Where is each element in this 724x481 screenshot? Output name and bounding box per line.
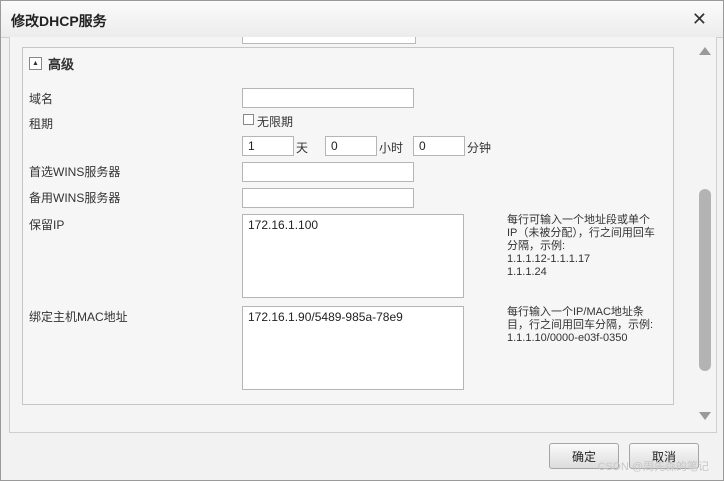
wins-primary-label: 首选WINS服务器 — [29, 165, 121, 179]
unlimited-checkbox[interactable] — [243, 114, 254, 125]
lease-minutes-unit: 分钟 — [467, 141, 492, 155]
domain-input[interactable] — [242, 88, 414, 108]
mac-binding-hint: 每行输入一个IP/MAC地址条目，行之间用回车分隔，示例: 1.1.1.10/0… — [507, 306, 659, 345]
lease-hours-input[interactable] — [325, 136, 377, 156]
mac-binding-textarea[interactable]: 172.16.1.90/5489-985a-78e9 — [242, 306, 464, 390]
reserved-ip-hint-text: 每行可输入一个地址段或单个IP（未被分配），行之间用回车分隔，示例: — [507, 214, 655, 252]
wins-backup-label: 备用WINS服务器 — [29, 191, 121, 205]
lease-hours-unit: 小时 — [379, 141, 404, 155]
domain-label: 域名 — [29, 92, 54, 106]
wins-backup-input[interactable] — [242, 188, 414, 208]
mac-binding-hint-text: 每行输入一个IP/MAC地址条目，行之间用回车分隔，示例: — [507, 306, 654, 331]
scroll-down-arrow-icon[interactable] — [699, 412, 711, 420]
dialog-content: ▲ 高级 域名 租期 无限期 天 小时 分钟 首选WINS服务器 备用WINS服… — [9, 37, 717, 433]
dialog-titlebar: 修改DHCP服务 ✕ — [1, 1, 723, 38]
dialog-footer: 确定 取消 CSDN @周先森的笔记 — [1, 433, 723, 480]
advanced-section-toggle[interactable]: ▲ 高级 — [29, 54, 74, 72]
advanced-section-title: 高级 — [48, 56, 75, 72]
wins-primary-input[interactable] — [242, 162, 414, 182]
lease-days-input[interactable] — [242, 136, 294, 156]
watermark-text: CSDN @周先森的笔记 — [597, 461, 709, 473]
vertical-scrollbar[interactable] — [694, 37, 716, 432]
lease-minutes-input[interactable] — [413, 136, 465, 156]
reserved-ip-hint: 每行可输入一个地址段或单个IP（未被分配），行之间用回车分隔，示例: 1.1.1… — [507, 214, 659, 279]
mac-binding-example: 1.1.1.10/0000-e03f-0350 — [507, 332, 628, 344]
lease-days-unit: 天 — [296, 141, 309, 155]
reserved-ip-example-1: 1.1.1.12-1.1.1.17 — [507, 253, 591, 265]
unlimited-label: 无限期 — [257, 115, 294, 129]
lease-label: 租期 — [29, 117, 54, 131]
dhcp-edit-dialog: 修改DHCP服务 ✕ ▲ 高级 域名 租期 无限期 天 小时 分钟 首选WINS… — [0, 0, 724, 481]
reserved-ip-textarea[interactable]: 172.16.1.100 — [242, 214, 464, 298]
scroll-up-arrow-icon[interactable] — [699, 47, 711, 55]
mac-binding-label: 绑定主机MAC地址 — [29, 310, 128, 324]
reserved-ip-example-2: 1.1.1.24 — [507, 266, 547, 278]
scrollbar-thumb[interactable] — [699, 189, 711, 371]
previous-field-stub — [242, 37, 416, 44]
dialog-title: 修改DHCP服务 — [11, 13, 107, 29]
close-icon[interactable]: ✕ — [692, 9, 707, 30]
collapse-arrow-icon[interactable]: ▲ — [29, 56, 42, 70]
advanced-panel: ▲ 高级 域名 租期 无限期 天 小时 分钟 首选WINS服务器 备用WINS服… — [22, 47, 674, 405]
reserved-ip-label: 保留IP — [29, 218, 65, 232]
